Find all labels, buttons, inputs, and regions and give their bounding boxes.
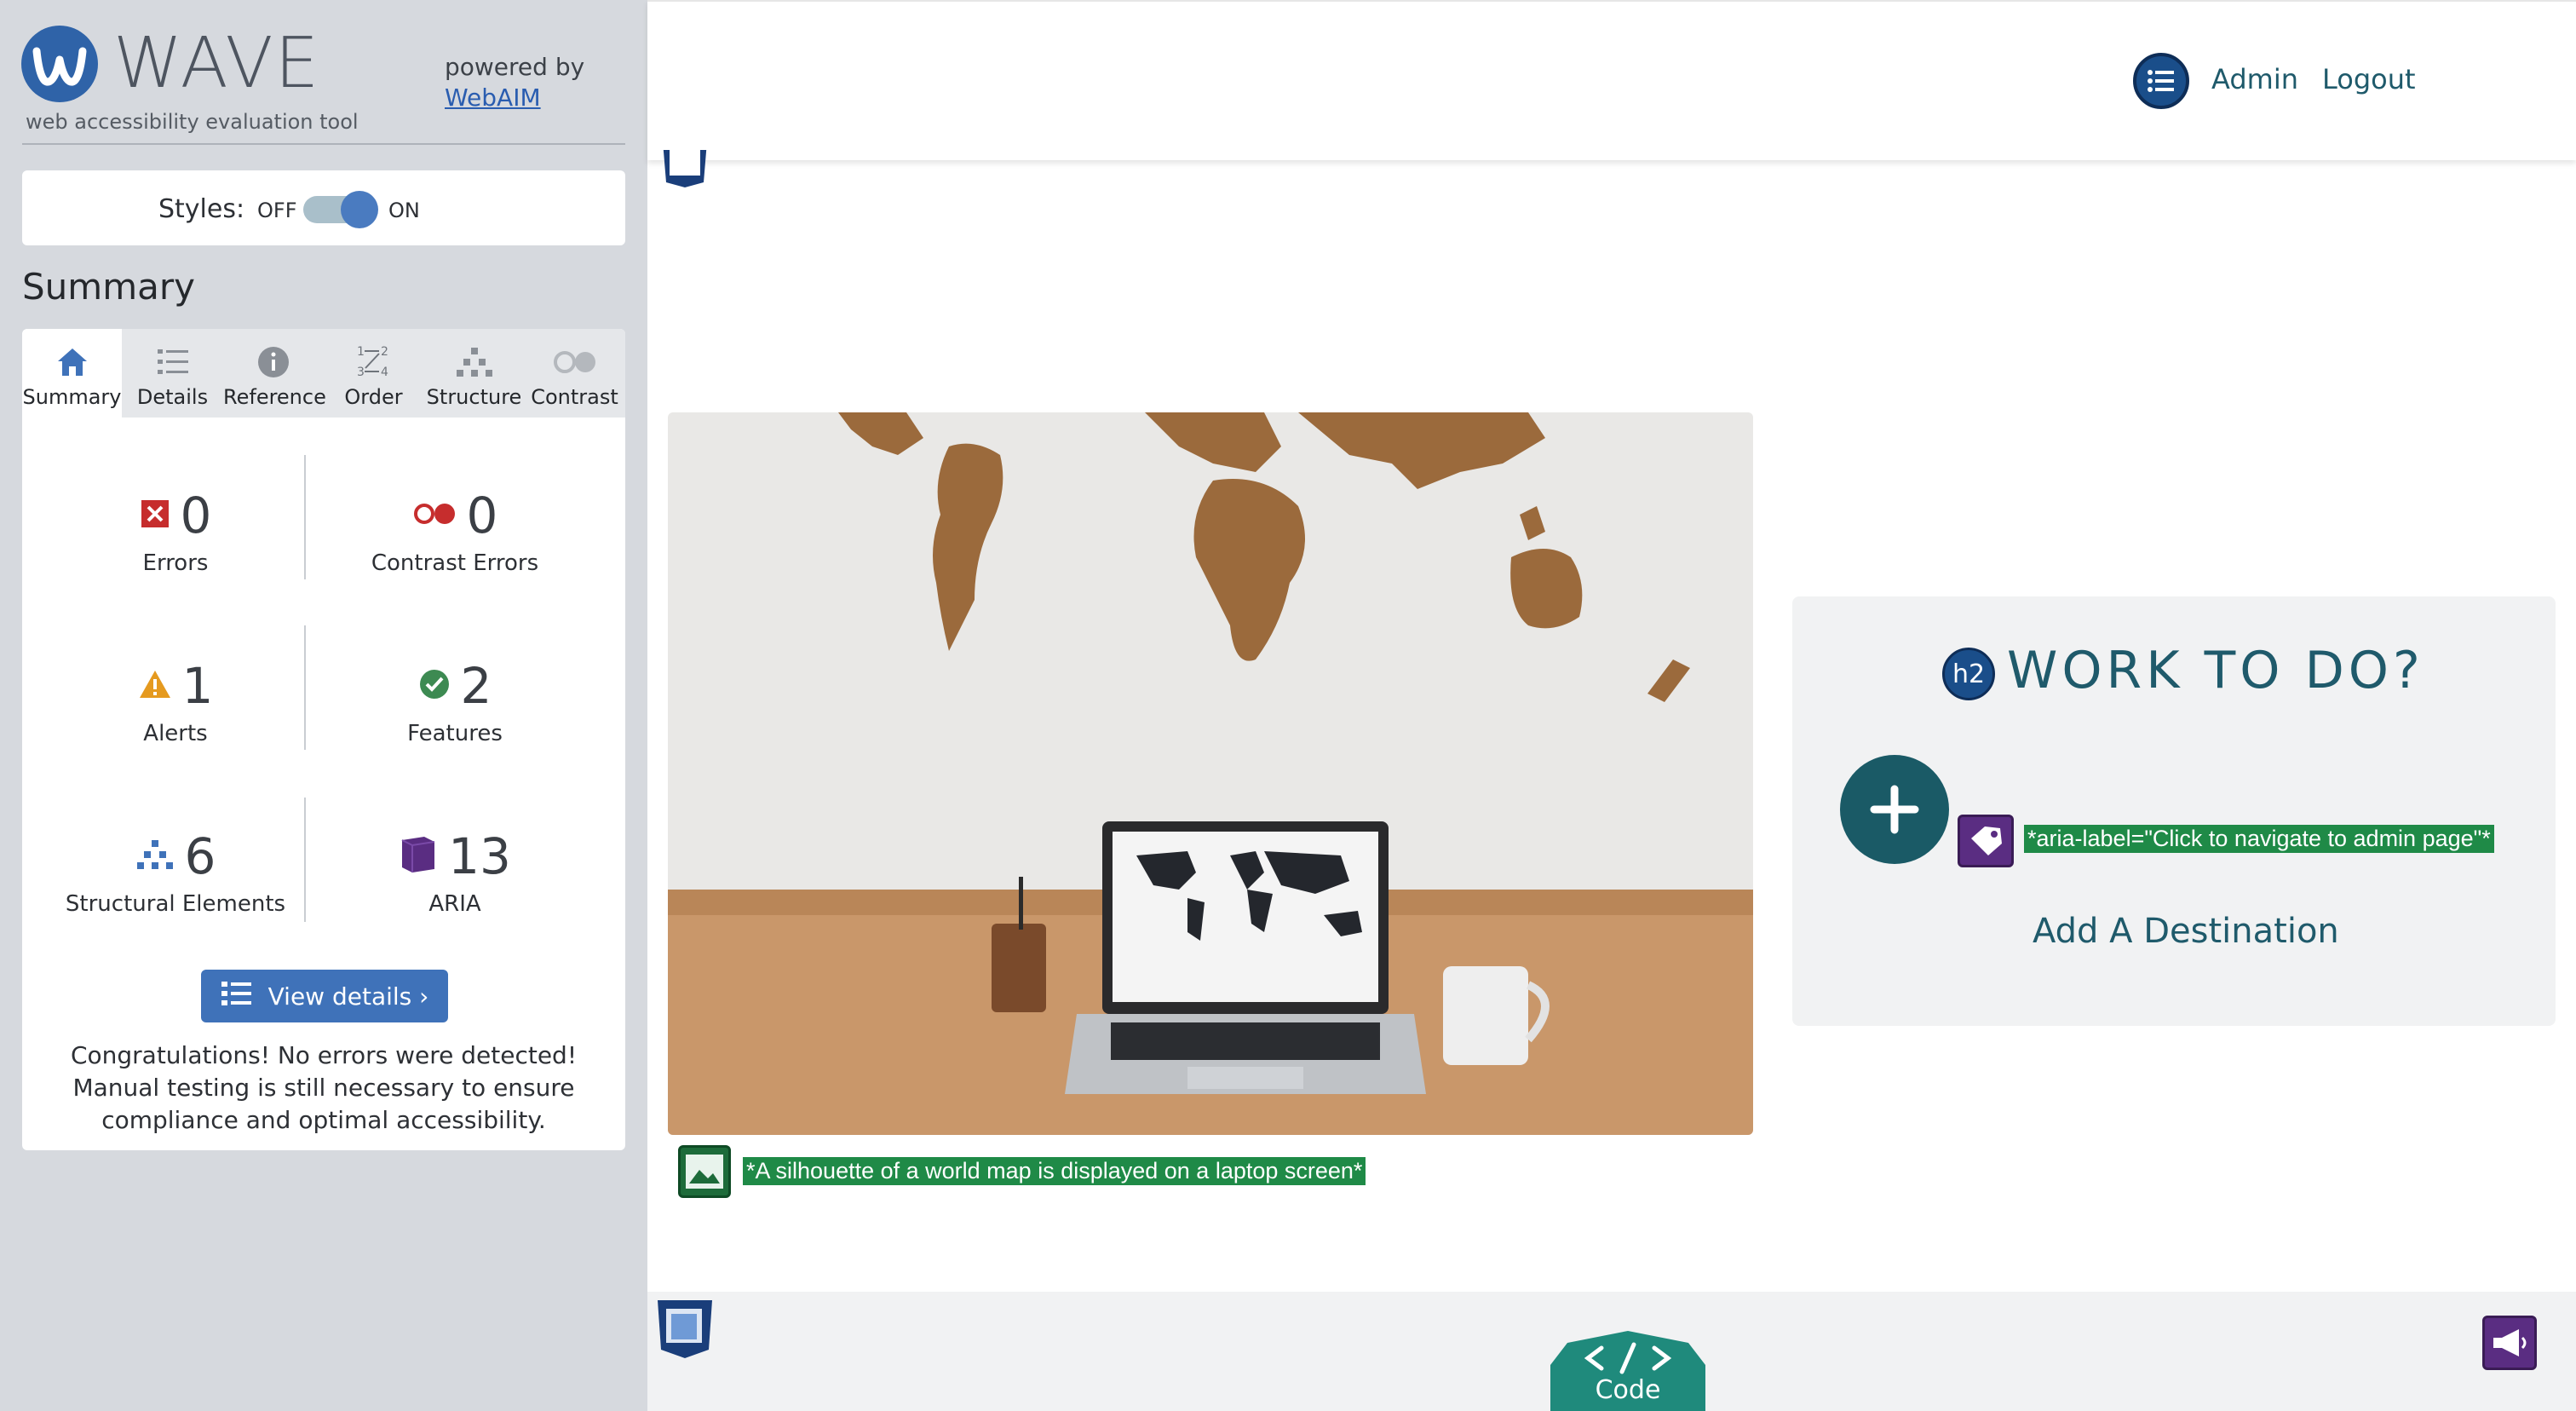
structure-region-icon[interactable] bbox=[658, 150, 712, 189]
svg-text:3: 3 bbox=[357, 366, 365, 379]
aria-label-tag-icon[interactable] bbox=[1958, 815, 2014, 867]
tab-order[interactable]: 1 2 3 4 Order bbox=[324, 329, 423, 418]
feature-check-icon bbox=[418, 668, 451, 704]
errors-label: Errors bbox=[142, 550, 209, 576]
styles-label: Styles: bbox=[158, 194, 245, 224]
stat-divider bbox=[304, 455, 306, 579]
aria-label-text: *aria-label="Click to navigate to admin … bbox=[2024, 825, 2494, 853]
admin-menu-icon[interactable] bbox=[2133, 53, 2189, 109]
add-destination-text[interactable]: Add A Destination bbox=[2033, 912, 2339, 951]
alerts-count: 1 bbox=[181, 657, 214, 715]
stat-errors[interactable]: 0 Errors bbox=[39, 486, 312, 576]
svg-text:2: 2 bbox=[381, 345, 388, 359]
aria-label: ARIA bbox=[428, 891, 481, 917]
contrast-error-icon bbox=[412, 501, 457, 530]
tab-contrast[interactable]: Contrast bbox=[525, 329, 624, 418]
tab-summary[interactable]: Summary bbox=[22, 329, 122, 418]
megaphone-icon[interactable] bbox=[2482, 1316, 2537, 1370]
footer-structure-icon[interactable] bbox=[654, 1297, 716, 1360]
wave-tagline: web accessibility evaluation tool bbox=[26, 110, 359, 134]
tab-structure-label: Structure bbox=[426, 385, 522, 409]
stat-features[interactable]: 2 Features bbox=[319, 656, 591, 746]
summary-panel: Summary Details Reference 1 2 3 4 Order Str… bbox=[22, 329, 625, 1150]
stat-alerts[interactable]: 1 Alerts bbox=[39, 656, 312, 746]
stat-divider bbox=[304, 798, 306, 922]
stat-aria[interactable]: 13 ARIA bbox=[319, 826, 591, 917]
nav-admin-link[interactable]: Admin bbox=[2211, 63, 2298, 95]
tab-structure[interactable]: Structure bbox=[424, 329, 524, 418]
site-header: Admin Logout bbox=[647, 0, 2576, 160]
view-details-label: View details › bbox=[267, 982, 429, 1011]
alt-text-image-icon[interactable] bbox=[678, 1145, 731, 1198]
tab-details-label: Details bbox=[136, 385, 209, 409]
code-label: Code bbox=[1595, 1375, 1661, 1405]
stat-contrast-errors[interactable]: 0 Contrast Errors bbox=[319, 486, 591, 576]
styles-toggle[interactable] bbox=[303, 191, 378, 228]
features-count: 2 bbox=[460, 657, 492, 715]
errors-count: 0 bbox=[180, 487, 212, 544]
tab-order-label: Order bbox=[344, 385, 403, 409]
tab-summary-label: Summary bbox=[22, 385, 122, 409]
tab-reference[interactable]: Reference bbox=[223, 329, 326, 418]
svg-text:4: 4 bbox=[381, 366, 388, 379]
stat-structural[interactable]: 6 Structural Elements bbox=[39, 826, 312, 917]
aria-count: 13 bbox=[448, 827, 511, 885]
summary-heading: Summary bbox=[22, 266, 195, 308]
list-icon bbox=[123, 343, 222, 382]
contrast-errors-label: Contrast Errors bbox=[371, 550, 539, 576]
styles-toggle-box: Styles: OFF ON bbox=[22, 170, 625, 245]
contrast-icon bbox=[525, 343, 624, 382]
toggle-knob bbox=[341, 191, 378, 228]
aria-cube-icon bbox=[399, 835, 438, 878]
work-to-do-heading: WORK TO DO? bbox=[2007, 641, 2424, 700]
error-icon bbox=[140, 498, 170, 533]
features-label: Features bbox=[407, 721, 503, 746]
wave-sidebar: WAVE web accessibility evaluation tool p… bbox=[0, 0, 647, 1411]
panel-tabs: Summary Details Reference 1 2 3 4 Order Str… bbox=[22, 329, 625, 418]
structure-icon bbox=[424, 343, 524, 382]
contrast-errors-count: 0 bbox=[466, 487, 498, 544]
list-icon bbox=[221, 980, 253, 1013]
tab-details[interactable]: Details bbox=[123, 329, 222, 418]
alerts-label: Alerts bbox=[143, 721, 208, 746]
info-icon bbox=[223, 343, 323, 382]
powered-by-text: powered by bbox=[445, 53, 585, 81]
structural-count: 6 bbox=[184, 827, 216, 885]
structure-elements-icon bbox=[135, 838, 175, 875]
image-alt-text-label: *A silhouette of a world map is displaye… bbox=[743, 1157, 1366, 1185]
structural-label: Structural Elements bbox=[65, 891, 286, 917]
congratulations-message: Congratulations! No errors were detected… bbox=[70, 1041, 578, 1134]
sidebar-divider bbox=[22, 143, 625, 145]
wave-logo-icon bbox=[21, 26, 98, 102]
view-details-button[interactable]: View details › bbox=[201, 970, 448, 1022]
tab-contrast-label: Contrast bbox=[531, 385, 618, 409]
tab-reference-label: Reference bbox=[223, 385, 326, 409]
stat-divider bbox=[304, 625, 306, 750]
home-icon bbox=[22, 343, 122, 382]
styles-off-label: OFF bbox=[257, 199, 297, 222]
webaim-link[interactable]: WebAIM bbox=[445, 84, 541, 112]
nav-logout-link[interactable]: Logout bbox=[2322, 63, 2416, 95]
order-icon: 1 2 3 4 bbox=[324, 343, 423, 382]
world-map-desk-image bbox=[668, 412, 1753, 1135]
code-view-button[interactable]: Code bbox=[1550, 1331, 1705, 1411]
styles-on-label: ON bbox=[388, 199, 420, 222]
alert-icon bbox=[138, 669, 172, 703]
wave-brand: WAVE bbox=[113, 23, 321, 104]
h2-heading-icon[interactable]: h2 bbox=[1942, 648, 1995, 700]
add-destination-button[interactable] bbox=[1840, 755, 1949, 864]
svg-text:1: 1 bbox=[357, 345, 365, 359]
